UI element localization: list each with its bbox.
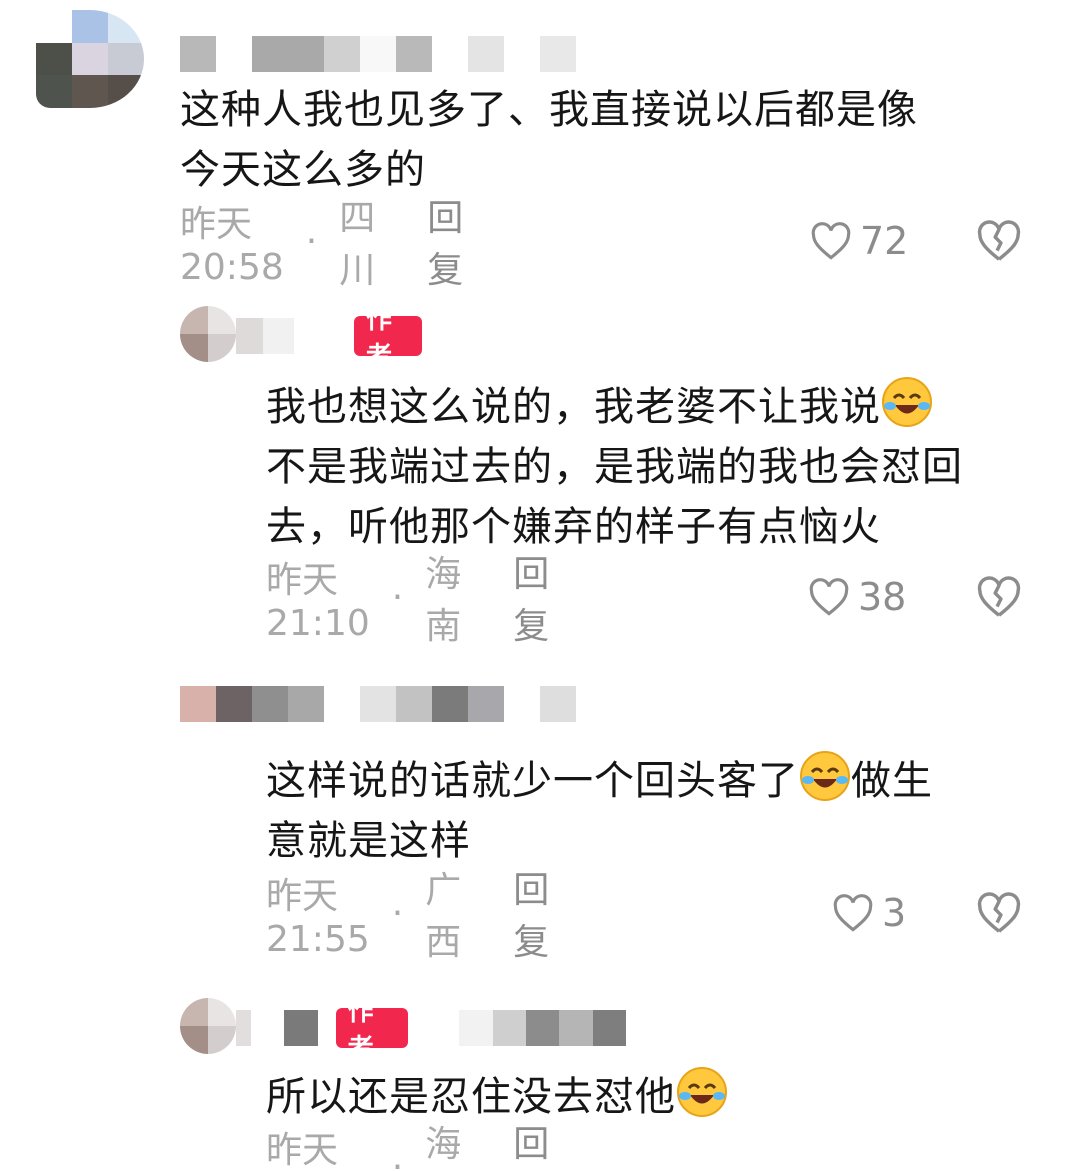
username-blurred[interactable] xyxy=(236,1010,251,1046)
reply-button[interactable]: 回复 xyxy=(427,189,463,293)
heart-outline-icon xyxy=(809,578,849,616)
heart-outline-icon xyxy=(811,222,851,260)
comment-text-part: 所以还是忍住没去怼他 xyxy=(266,1074,676,1120)
laughing-crying-emoji xyxy=(676,1066,728,1118)
author-badge: 作者 xyxy=(335,997,408,1064)
comment-meta: 昨天21:55 · 广西 回复 xyxy=(266,870,549,963)
comment-text: 这种人我也见多了、我直接说以后都是像 今天这么多的 xyxy=(180,87,918,193)
separator: · xyxy=(305,220,318,262)
broken-heart-icon[interactable] xyxy=(976,890,1022,936)
username-blurred[interactable] xyxy=(236,318,264,354)
timestamp: 昨天20:58 xyxy=(180,203,284,288)
username-blurred[interactable] xyxy=(180,684,576,724)
separator: · xyxy=(391,576,404,618)
timestamp: 昨天21:10 xyxy=(266,559,370,644)
avatar[interactable] xyxy=(180,306,236,362)
avatar[interactable] xyxy=(36,10,144,108)
reply-button[interactable]: 回复 xyxy=(513,545,549,649)
comment-text: 这样说的话就少一个回头客了 做生 意就是这样 xyxy=(266,750,1046,871)
avatar[interactable] xyxy=(180,998,236,1054)
like-button[interactable]: 72 xyxy=(810,216,908,266)
reply-button[interactable]: 回复 xyxy=(513,861,549,965)
heart-outline-icon xyxy=(833,894,873,932)
timestamp: 昨天21:55 xyxy=(266,875,370,960)
like-count: 72 xyxy=(860,219,909,263)
laughing-crying-emoji xyxy=(799,750,851,802)
comment-text: 我也想这么说的，我老婆不让我说 不是我端过去的，是我端的我也会怼回 去，听他那个… xyxy=(266,376,1046,557)
username-row: 作者 xyxy=(236,997,627,1064)
comment-meta: 昨天20:58 · 四川 回复 xyxy=(180,198,463,291)
location: 广西 xyxy=(425,870,462,963)
separator: · xyxy=(391,892,404,934)
like-count: 3 xyxy=(882,891,907,935)
timestamp: 昨天21:57 xyxy=(266,1129,339,1171)
comment-meta: 昨天21:57 · 海南 回复 xyxy=(266,1124,549,1171)
broken-heart-icon[interactable] xyxy=(976,574,1022,620)
comment-text-part: 不是我端过去的，是我端的我也会怼回 去，听他那个嫌弃的样子有点恼火 xyxy=(266,444,963,550)
laughing-crying-emoji xyxy=(881,376,933,428)
username-blurred[interactable] xyxy=(180,34,576,74)
author-badge: 作者 xyxy=(353,305,423,372)
like-button[interactable]: 38 xyxy=(808,572,906,622)
separator: · xyxy=(391,1146,404,1171)
location: 海南 xyxy=(425,1124,462,1165)
reply-button[interactable]: 回复 xyxy=(513,1115,549,1171)
broken-heart-icon[interactable] xyxy=(976,218,1022,264)
comment-text-part: 我也想这么说的，我老婆不让我说 xyxy=(266,384,881,430)
comment-text: 所以还是忍住没去怼他 xyxy=(266,1066,1046,1127)
username-row: 作者 xyxy=(236,305,440,372)
like-count: 38 xyxy=(858,575,907,619)
location: 海南 xyxy=(425,554,462,647)
comment-meta: 昨天21:10 · 海南 回复 xyxy=(266,554,549,647)
comment-text-part: 这样说的话就少一个回头客了 xyxy=(266,758,799,804)
like-button[interactable]: 3 xyxy=(832,888,906,938)
location: 四川 xyxy=(339,198,376,291)
